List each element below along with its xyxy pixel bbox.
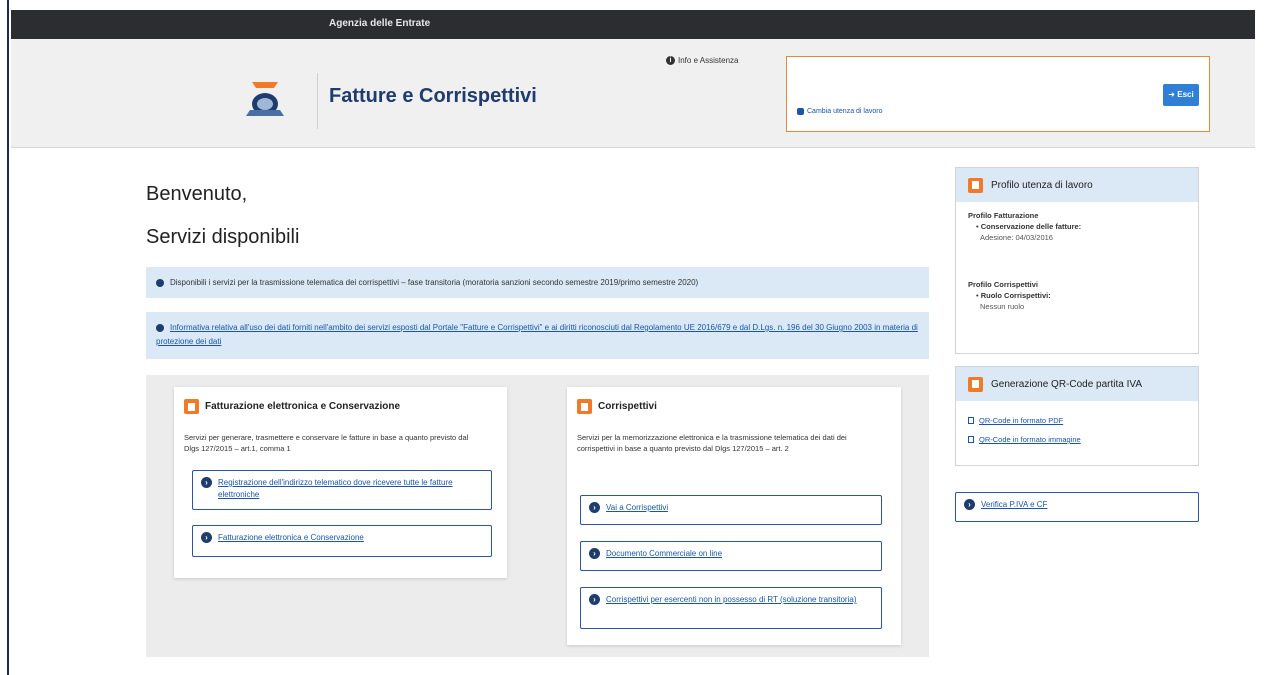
app-title: Fatture e Corrispettivi: [329, 85, 537, 107]
info-assistenza-link[interactable]: i Info e Assistenza: [666, 56, 738, 65]
alert-privacy: Informativa relativa all'uso dei dati fo…: [146, 312, 929, 359]
agency-name[interactable]: Agenzia delle Entrate: [329, 18, 430, 29]
profilo-fatt-label: Profilo Fatturazione: [968, 211, 1039, 220]
arrow-right-icon: ›: [589, 502, 600, 513]
qrcode-img-link[interactable]: QR-Code in formato immagine: [968, 434, 1186, 445]
info-icon: i: [666, 56, 675, 65]
qrcode-header: Generazione QR-Code partita IVA: [956, 367, 1198, 401]
link-documento-commerciale-label: Documento Commerciale on line: [606, 549, 723, 558]
link-registrazione-indirizzo[interactable]: › Registrazione dell'indirizzo telematic…: [192, 470, 492, 510]
card-corrispettivi-desc: Servizi per la memorizzazione elettronic…: [577, 433, 847, 453]
link-vai-corrispettivi-label: Vai a Corrispettivi: [606, 503, 669, 512]
profilo-header: Profilo utenza di lavoro: [956, 168, 1198, 202]
info-assistenza-label: Info e Assistenza: [678, 56, 739, 65]
qrcode-body: QR-Code in formato PDF QR-Code in format…: [956, 401, 1198, 461]
qrcode-pdf-link[interactable]: QR-Code in formato PDF: [968, 415, 1186, 426]
document-icon: [577, 399, 592, 414]
document-icon: [184, 399, 199, 414]
top-bar: Agenzia delle Entrate: [11, 10, 1255, 39]
card-corrispettivi-header: Corrispettivi: [577, 399, 657, 414]
agenzia-logo-icon[interactable]: [244, 80, 286, 120]
link-esercenti-senza-rt[interactable]: › Corrispettivi per esercenti non in pos…: [580, 587, 882, 629]
link-fatturazione-label: Fatturazione elettronica e Conservazione: [218, 533, 364, 542]
card-fatturazione-header: Fatturazione elettronica e Conservazione: [184, 399, 400, 414]
qrcode-title: Generazione QR-Code partita IVA: [991, 378, 1143, 390]
services-area: Fatturazione elettronica e Conservazione…: [146, 375, 929, 657]
link-documento-commerciale[interactable]: › Documento Commerciale on line: [580, 541, 882, 571]
profilo-body: Profilo Fatturazione • Conservazione del…: [956, 202, 1198, 320]
profilo-fatt-item: Conservazione delle fatture:: [980, 222, 1082, 231]
link-verifica-piva[interactable]: › Verifica P.IVA e CF: [955, 492, 1199, 522]
pdf-file-icon: [968, 417, 974, 424]
services-title: Servizi disponibili: [146, 226, 300, 248]
user-switch-icon: [797, 108, 804, 115]
card-corrispettivi-title: Corrispettivi: [598, 401, 657, 412]
profilo-title: Profilo utenza di lavoro: [991, 179, 1093, 191]
arrow-right-icon: ›: [589, 594, 600, 605]
info-icon: [156, 323, 164, 332]
user-box: Cambia utenza di lavoro ➜ Esci: [786, 56, 1210, 132]
arrow-right-icon: ›: [964, 499, 975, 510]
card-fatturazione: Fatturazione elettronica e Conservazione…: [174, 387, 507, 578]
cambia-utenza-link[interactable]: Cambia utenza di lavoro: [797, 108, 883, 115]
profilo-utenza-panel: Profilo utenza di lavoro Profilo Fattura…: [955, 167, 1199, 354]
link-verifica-piva-label: Verifica P.IVA e CF: [981, 500, 1048, 509]
link-esercenti-senza-rt-label: Corrispettivi per esercenti non in posse…: [606, 595, 857, 604]
arrow-right-icon: ›: [201, 532, 212, 543]
link-fatturazione-conservazione[interactable]: › Fatturazione elettronica e Conservazio…: [192, 525, 492, 557]
info-icon: [156, 278, 164, 287]
cambia-utenza-label: Cambia utenza di lavoro: [807, 108, 883, 115]
qrcode-panel: Generazione QR-Code partita IVA QR-Code …: [955, 366, 1199, 466]
profilo-fatt-value: Adesione: 04/03/2016: [980, 233, 1053, 242]
qrcode-icon: [968, 376, 983, 392]
user-icon: [968, 177, 983, 193]
qrcode-img-label: QR-Code in formato immagine: [979, 435, 1081, 444]
arrow-right-icon: ›: [201, 477, 212, 488]
profilo-corr-item: Ruolo Corrispettivi:: [980, 291, 1051, 300]
card-corrispettivi: Corrispettivi Servizi per la memorizzazi…: [567, 387, 901, 645]
arrow-right-icon: ›: [589, 548, 600, 559]
privacy-link[interactable]: Informativa relativa all'uso dei dati fo…: [156, 323, 918, 346]
link-registrazione-label: Registrazione dell'indirizzo telematico …: [218, 478, 453, 499]
image-file-icon: [968, 436, 974, 443]
card-fatturazione-desc: Servizi per generare, trasmettere e cons…: [184, 433, 469, 453]
profilo-corr-label: Profilo Corrispettivi: [968, 280, 1039, 289]
logout-button[interactable]: ➜ Esci: [1163, 84, 1199, 106]
site-header: Fatture e Corrispettivi i Info e Assiste…: [11, 39, 1255, 148]
logout-icon: ➜: [1168, 90, 1175, 99]
logout-label: Esci: [1177, 90, 1194, 99]
greeting: Benvenuto,: [146, 183, 248, 205]
alert-corrispettivi: Disponibili i servizi per la trasmission…: [146, 267, 929, 298]
qrcode-pdf-label: QR-Code in formato PDF: [979, 416, 1064, 425]
card-fatturazione-title: Fatturazione elettronica e Conservazione: [205, 401, 401, 412]
profilo-corr-value: Nessun ruolo: [980, 302, 1025, 311]
title-divider: [317, 73, 318, 129]
window-left-border: [0, 0, 9, 675]
link-vai-corrispettivi[interactable]: › Vai a Corrispettivi: [580, 495, 882, 525]
alert-1-text: Disponibili i servizi per la trasmission…: [170, 278, 699, 287]
